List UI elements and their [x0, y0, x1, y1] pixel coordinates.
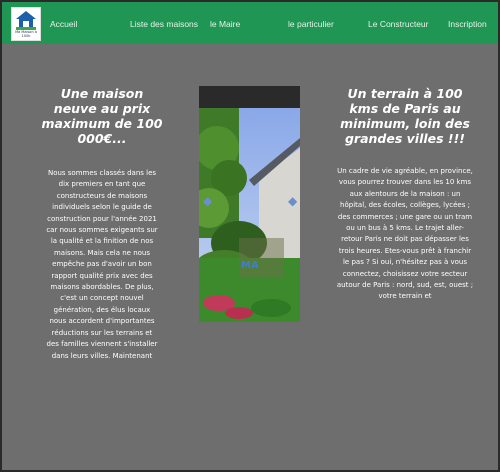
nav-inscription[interactable]: Inscription — [448, 19, 487, 29]
right-body-text: Un cadre de vie agréable, en province, v… — [336, 167, 474, 301]
nav-accueil[interactable]: Accueil — [50, 19, 77, 29]
right-heading: Un terrain à 100 kms de Paris au minimum… — [340, 86, 470, 146]
left-column: Une maison neuve au prix maximum de 100 … — [38, 86, 166, 362]
nav-le-particulier[interactable]: le particulier — [288, 19, 334, 29]
image-carousel[interactable]: ◆ ◆ MA — [199, 86, 300, 322]
house-logo-icon — [16, 11, 36, 30]
left-body-text: Nous sommes classés dans les dix premier… — [46, 169, 158, 360]
carousel-next-icon[interactable]: ◆ — [288, 194, 297, 208]
house-photo — [199, 108, 300, 322]
carousel-top-bar — [199, 86, 300, 108]
site-logo[interactable]: Ma Maison à 100k — [11, 7, 41, 41]
nav-le-constructeur[interactable]: Le Constructeur — [368, 19, 428, 29]
right-column: Un terrain à 100 kms de Paris au minimum… — [336, 86, 474, 303]
nav-liste-des-maisons[interactable]: Liste des maisons — [130, 19, 198, 29]
carousel-watermark: MA — [241, 260, 259, 271]
carousel-prev-icon[interactable]: ◆ — [203, 194, 212, 208]
nav-le-maire[interactable]: le Maire — [210, 19, 240, 29]
logo-text: Ma Maison à 100k — [15, 30, 37, 38]
top-navbar: Ma Maison à 100k Accueil Liste des maiso… — [2, 2, 498, 44]
left-heading: Une maison neuve au prix maximum de 100 … — [41, 86, 163, 146]
